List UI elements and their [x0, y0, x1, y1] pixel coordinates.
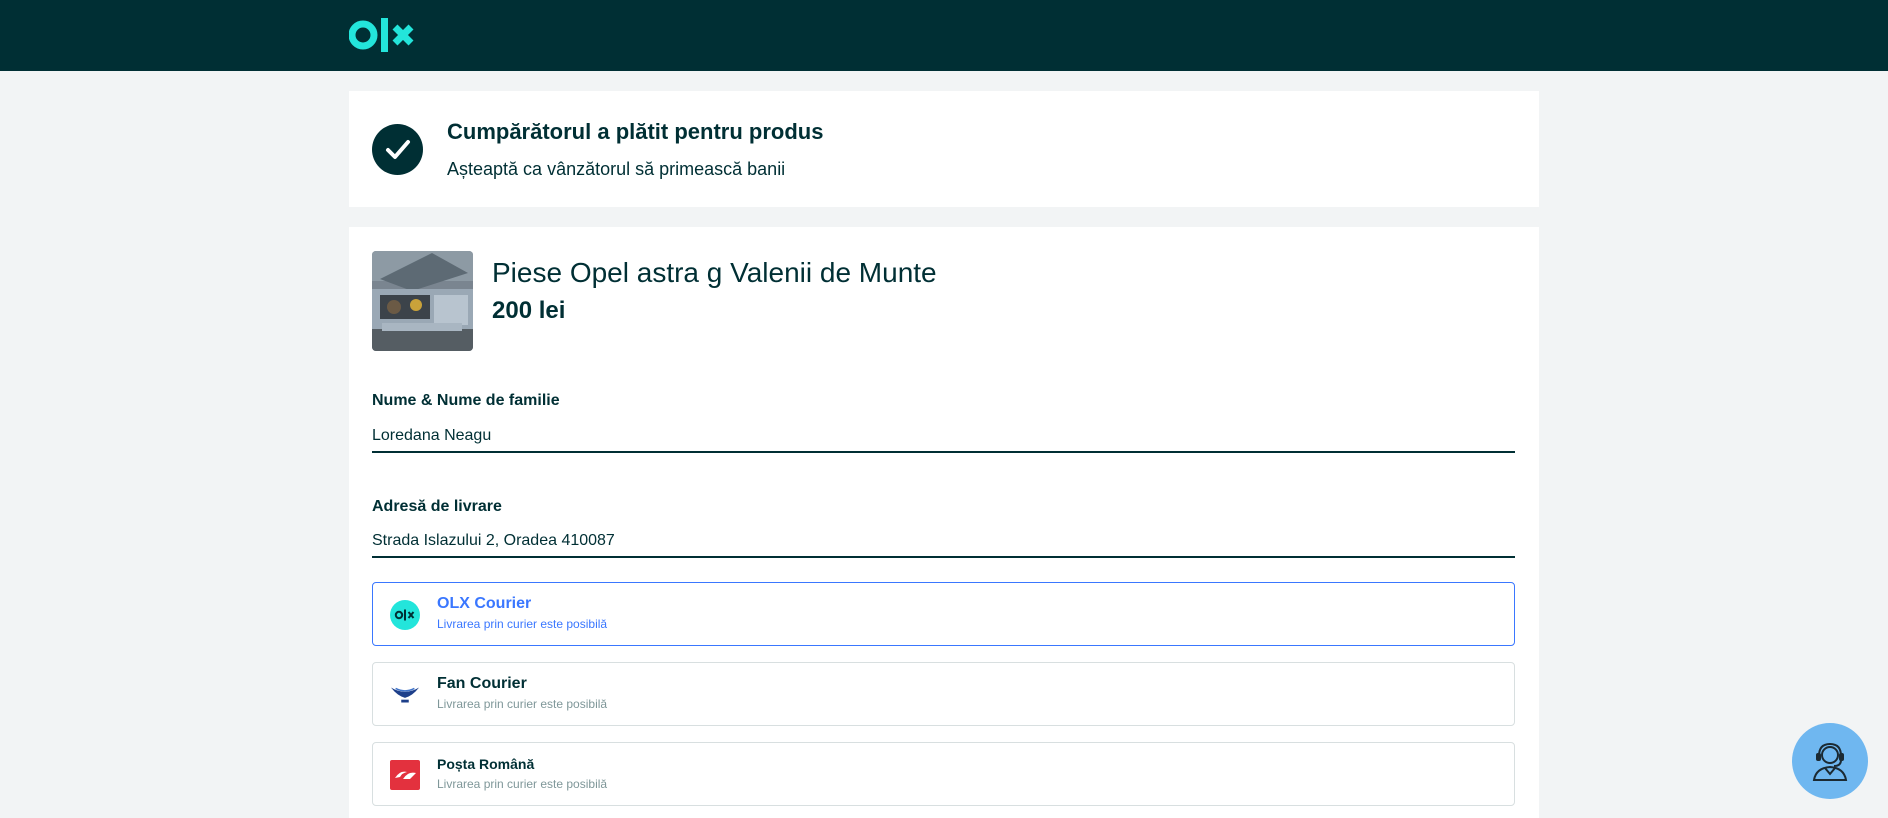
courier-subtitle: Livrarea prin curier este posibilă	[437, 617, 608, 631]
courier-option-posta[interactable]: Poșta Română Livrarea prin curier este p…	[372, 742, 1515, 806]
courier-name: Poșta Română	[437, 756, 535, 772]
product-price: 200 lei	[492, 297, 566, 324]
courier-name: Fan Courier	[437, 675, 527, 692]
support-agent-icon	[1812, 742, 1848, 781]
olx-courier-icon	[390, 600, 420, 630]
product-image	[372, 251, 473, 351]
courier-subtitle: Livrarea prin curier este posibilă	[437, 777, 608, 791]
courier-option-fan[interactable]: Fan Courier Livrarea prin curier este po…	[372, 662, 1515, 726]
courier-option-olx[interactable]: OLX Courier Livrarea prin curier este po…	[372, 582, 1515, 646]
posta-romana-icon	[390, 760, 420, 790]
product-title[interactable]: Piese Opel astra g Valenii de Munte	[492, 257, 937, 289]
name-field[interactable]	[372, 421, 1515, 453]
olx-logo[interactable]	[349, 16, 421, 54]
status-title: Cumpărătorul a plătit pentru produs	[447, 119, 824, 144]
check-icon	[372, 124, 423, 175]
status-subtitle: Așteaptă ca vânzătorul să primească bani…	[447, 159, 786, 179]
support-button[interactable]	[1792, 723, 1868, 799]
address-label: Adresă de livrare	[372, 498, 502, 515]
name-label: Nume & Nume de familie	[372, 392, 560, 409]
top-bar	[0, 0, 1888, 71]
payment-status-card: Cumpărătorul a plătit pentru produs Aște…	[349, 91, 1539, 207]
fan-courier-icon	[390, 680, 420, 710]
address-field[interactable]	[372, 526, 1515, 558]
courier-name: OLX Courier	[437, 595, 532, 612]
order-details-card: Piese Opel astra g Valenii de Munte 200 …	[349, 227, 1539, 818]
courier-subtitle: Livrarea prin curier este posibilă	[437, 697, 608, 711]
